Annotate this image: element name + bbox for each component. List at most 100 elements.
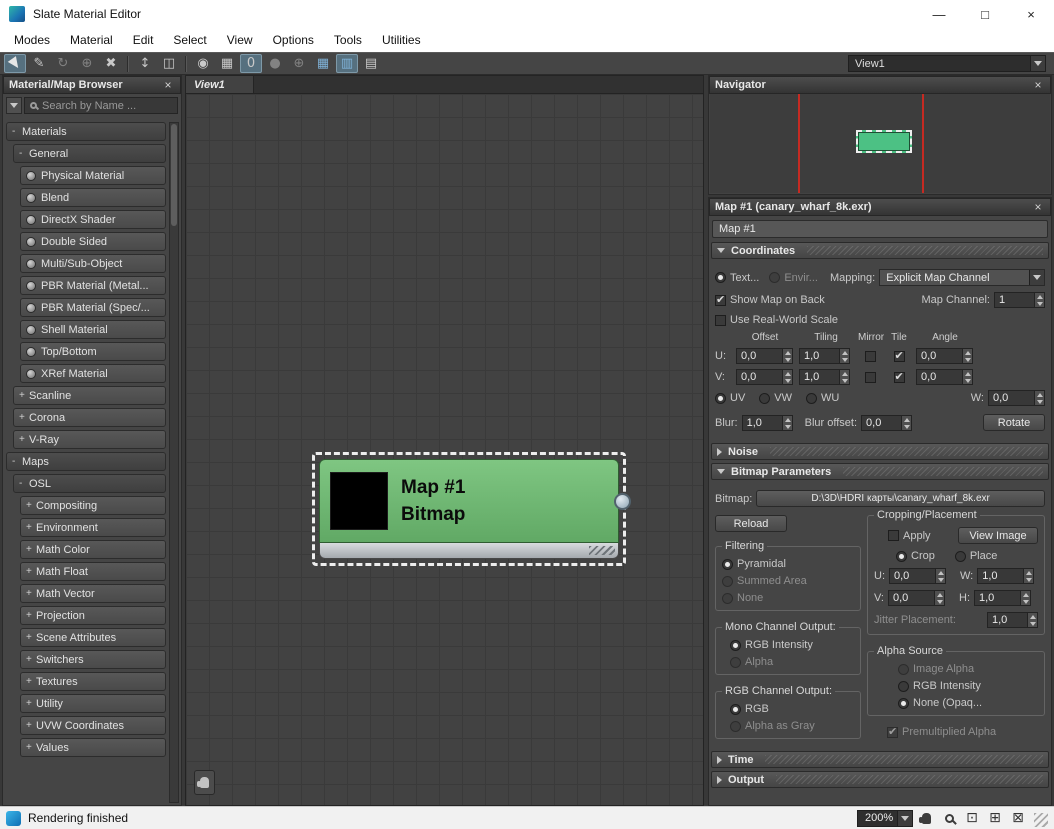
crop-h-spinner[interactable]: 1,0 xyxy=(974,590,1031,606)
rollout-time[interactable]: Time xyxy=(711,751,1049,768)
expand-toggle-icon[interactable]: + xyxy=(26,698,36,709)
expand-toggle-icon[interactable]: + xyxy=(26,522,36,533)
browser-tree-item[interactable]: + UVW Coordinates xyxy=(20,716,166,735)
view-image-button[interactable]: View Image xyxy=(958,527,1038,544)
expand-toggle-icon[interactable]: + xyxy=(26,566,36,577)
browser-tree-item[interactable]: - Materials xyxy=(6,122,166,141)
spinner-arrows-icon[interactable] xyxy=(962,348,973,364)
rollout-noise[interactable]: Noise xyxy=(711,443,1049,460)
v-tile-checkbox[interactable] xyxy=(894,372,905,383)
move-children-button[interactable]: ↕ xyxy=(134,54,156,73)
premultiplied-alpha-checkbox[interactable]: Premultiplied Alpha xyxy=(887,726,1045,738)
expand-toggle-icon[interactable]: + xyxy=(19,434,29,445)
show-map-on-back-checkbox[interactable]: Show Map on Back xyxy=(715,294,825,306)
filtering-pyramidal-radio[interactable]: Pyramidal xyxy=(722,558,854,570)
pick-material-button[interactable]: ✎ xyxy=(28,54,50,73)
browser-tree-item[interactable]: Top/Bottom xyxy=(20,342,166,361)
browser-tree-item[interactable]: + Compositing xyxy=(20,496,166,515)
bitmap-path-button[interactable]: D:\3D\HDRI карты\canary_wharf_8k.exr xyxy=(756,490,1045,507)
texture-radio[interactable]: Text... xyxy=(715,272,759,284)
v-angle-spinner[interactable]: 0,0 xyxy=(916,369,974,385)
spinner-arrows-icon[interactable] xyxy=(934,590,945,606)
alpha-image-alpha-radio[interactable]: Image Alpha xyxy=(898,663,1038,675)
browser-tree-item[interactable]: + Math Color xyxy=(20,540,166,559)
expand-toggle-icon[interactable]: - xyxy=(12,126,22,137)
blur-spinner[interactable]: 1,0 xyxy=(742,415,793,431)
expand-toggle-icon[interactable]: + xyxy=(26,742,36,753)
browser-tree-item[interactable]: + Projection xyxy=(20,606,166,625)
show-background-button[interactable]: ▦ xyxy=(216,54,238,73)
search-input[interactable]: Search by Name ... xyxy=(24,97,178,114)
expand-toggle-icon[interactable]: - xyxy=(19,148,29,159)
menu-item[interactable]: Material xyxy=(60,30,123,50)
filtering-none-radio[interactable]: None xyxy=(722,592,854,604)
spinner-arrows-icon[interactable] xyxy=(1023,568,1034,584)
node-thumbnail[interactable] xyxy=(330,472,388,530)
u-mirror-checkbox[interactable] xyxy=(865,351,876,362)
show-realistic-material-button[interactable]: ● xyxy=(264,54,286,73)
view-select-dropdown[interactable]: View1 xyxy=(848,55,1046,72)
zoom-extents-button[interactable]: ⊞ xyxy=(985,809,1005,827)
hide-unused-slots-button[interactable]: ◫ xyxy=(158,54,180,73)
mono-rgb-intensity-radio[interactable]: RGB Intensity xyxy=(730,639,854,651)
alpha-none-radio[interactable]: None (Opaq... xyxy=(898,697,1038,709)
window-resize-grip-icon[interactable] xyxy=(1034,813,1048,827)
put-material-to-scene-button[interactable]: ↻ xyxy=(52,54,74,73)
zoom-extents-selected-button[interactable]: ⊠ xyxy=(1008,809,1028,827)
zoom-level-dropdown[interactable]: 200% xyxy=(857,810,913,827)
expand-toggle-icon[interactable]: - xyxy=(12,456,22,467)
zoom-region-button[interactable]: ⊡ xyxy=(962,809,982,827)
expand-toggle-icon[interactable]: + xyxy=(26,610,36,621)
browser-tree-item[interactable]: + Scene Attributes xyxy=(20,628,166,647)
spinner-arrows-icon[interactable] xyxy=(1034,390,1045,406)
show-shaded-material-button[interactable]: ◉ xyxy=(192,54,214,73)
minimize-button[interactable]: — xyxy=(916,0,962,28)
close-panel-icon[interactable]: × xyxy=(1031,78,1045,92)
browser-tree-item[interactable]: + Switchers xyxy=(20,650,166,669)
maximize-button[interactable]: □ xyxy=(962,0,1008,28)
menu-item[interactable]: Edit xyxy=(123,30,164,50)
spinner-arrows-icon[interactable] xyxy=(782,348,793,364)
spinner-arrows-icon[interactable] xyxy=(1034,292,1045,308)
mapping-dropdown[interactable]: Explicit Map Channel xyxy=(879,269,1045,286)
browser-tree-item[interactable]: - General xyxy=(13,144,166,163)
wu-radio[interactable]: WU xyxy=(806,392,839,404)
crop-v-spinner[interactable]: 0,0 xyxy=(888,590,945,606)
browser-scrollbar-thumb[interactable] xyxy=(171,124,177,226)
dropdown-arrow-icon[interactable] xyxy=(1030,56,1045,71)
browser-tree-item[interactable]: + Environment xyxy=(20,518,166,537)
expand-toggle-icon[interactable]: - xyxy=(19,478,29,489)
w-angle-spinner[interactable]: 0,0 xyxy=(988,390,1045,406)
uv-radio[interactable]: UV xyxy=(715,392,745,404)
expand-toggle-icon[interactable]: + xyxy=(26,588,36,599)
environ-radio[interactable]: Envir... xyxy=(769,272,818,284)
show-realistic-selected-button[interactable]: ⊕ xyxy=(288,54,310,73)
dropdown-arrow-icon[interactable] xyxy=(1029,270,1044,285)
pan-view-button[interactable] xyxy=(194,770,215,795)
browser-tree-item[interactable]: + Scanline xyxy=(13,386,166,405)
rollout-output[interactable]: Output xyxy=(711,771,1049,788)
menu-item[interactable]: Utilities xyxy=(372,30,431,50)
expand-toggle-icon[interactable]: + xyxy=(26,676,36,687)
u-tile-checkbox[interactable] xyxy=(894,351,905,362)
u-offset-spinner[interactable]: 0,0 xyxy=(736,348,794,364)
crop-w-spinner[interactable]: 1,0 xyxy=(977,568,1034,584)
blur-offset-spinner[interactable]: 0,0 xyxy=(861,415,912,431)
browser-scrollbar[interactable] xyxy=(169,122,179,803)
pan-tool-button[interactable] xyxy=(916,809,936,827)
use-real-world-checkbox[interactable]: Use Real-World Scale xyxy=(715,314,838,326)
expand-toggle-icon[interactable]: + xyxy=(26,500,36,511)
node-slot-strip[interactable] xyxy=(319,543,619,559)
node-output-socket[interactable] xyxy=(614,493,631,510)
browser-tree-item[interactable]: PBR Material (Spec/... xyxy=(20,298,166,317)
alpha-rgb-intensity-radio[interactable]: RGB Intensity xyxy=(898,680,1038,692)
expand-toggle-icon[interactable]: + xyxy=(26,632,36,643)
navigator-canvas[interactable] xyxy=(710,94,1050,193)
assign-material-button[interactable]: ⊕ xyxy=(76,54,98,73)
rgb-alpha-as-gray-radio[interactable]: Alpha as Gray xyxy=(730,720,854,732)
material-id-channel-button[interactable]: 0 xyxy=(240,54,262,73)
browser-tree-item[interactable]: + Math Float xyxy=(20,562,166,581)
expand-toggle-icon[interactable]: + xyxy=(19,390,29,401)
delete-selected-button[interactable]: ✖ xyxy=(100,54,122,73)
menu-item[interactable]: Select xyxy=(163,30,216,50)
